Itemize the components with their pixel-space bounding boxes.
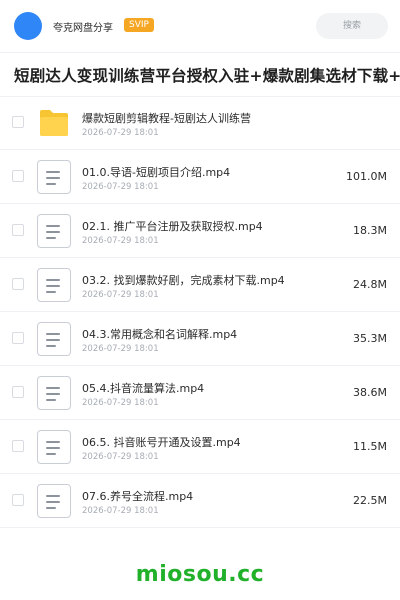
file-size: 101.0M: [346, 170, 387, 183]
file-date: 2026-07-29 18:01: [82, 398, 159, 408]
file-size: 35.3M: [353, 332, 387, 345]
file-date: 2026-07-29 18:01: [82, 128, 159, 138]
select-checkbox[interactable]: [12, 116, 24, 128]
watermark-text: miosou.cc: [135, 562, 265, 587]
file-name: 02.1. 推广平台注册及获取授权.mp4: [82, 220, 263, 233]
file-date: 2026-07-29 18:01: [82, 344, 159, 354]
file-size: 22.5M: [353, 494, 387, 507]
file-row[interactable]: 06.5. 抖音账号开通及设置.mp4 2026-07-29 18:01 11.5M: [0, 420, 400, 474]
share-header: 夸克网盘分享 SVIP 搜索: [0, 0, 400, 53]
search-button[interactable]: 搜索: [316, 13, 388, 39]
file-size: 38.6M: [353, 386, 387, 399]
select-checkbox[interactable]: [12, 494, 24, 506]
file-date: 2026-07-29 18:01: [82, 452, 159, 462]
file-date: 2026-07-29 18:01: [82, 290, 159, 300]
document-icon: [37, 160, 71, 194]
share-page: 夸克网盘分享 SVIP 搜索 短剧达人变现训练营平台授权入驻+爆款剧集选材下载+…: [0, 0, 400, 600]
share-title: 短剧达人变现训练营平台授权入驻+爆款剧集选材下载+账号: [14, 67, 400, 85]
select-checkbox[interactable]: [12, 170, 24, 182]
file-date: 2026-07-29 18:01: [82, 182, 159, 192]
file-name: 爆款短剧剪辑教程-短剧达人训练营: [82, 112, 251, 125]
select-checkbox[interactable]: [12, 332, 24, 344]
file-name: 01.0.导语-短剧项目介绍.mp4: [82, 166, 231, 179]
document-icon: [37, 430, 71, 464]
document-icon: [37, 376, 71, 410]
file-row[interactable]: 01.0.导语-短剧项目介绍.mp4 2026-07-29 18:01 101.0M: [0, 150, 400, 204]
select-checkbox[interactable]: [12, 386, 24, 398]
file-row[interactable]: 07.6.养号全流程.mp4 2026-07-29 18:01 22.5M: [0, 474, 400, 528]
folder-row[interactable]: 爆款短剧剪辑教程-短剧达人训练营 2026-07-29 18:01: [0, 96, 400, 150]
file-row[interactable]: 03.2. 找到爆款好剧，完成素材下载.mp4 2026-07-29 18:01 2…: [0, 258, 400, 312]
select-checkbox[interactable]: [12, 224, 24, 236]
file-date: 2026-07-29 18:01: [82, 506, 159, 516]
select-checkbox[interactable]: [12, 440, 24, 452]
document-icon: [37, 484, 71, 518]
file-name: 05.4.抖音流量算法.mp4: [82, 382, 205, 395]
sharer-name: 夸克网盘分享: [53, 23, 113, 34]
file-size: 11.5M: [353, 440, 387, 453]
file-name: 07.6.养号全流程.mp4: [82, 490, 194, 503]
folder-icon: [37, 106, 71, 140]
file-size: 24.8M: [353, 278, 387, 291]
file-name: 03.2. 找到爆款好剧，完成素材下载.mp4: [82, 274, 285, 287]
file-name: 04.3.常用概念和名词解释.mp4: [82, 328, 238, 341]
file-list: 爆款短剧剪辑教程-短剧达人训练营 2026-07-29 18:01 01.0.导语-…: [0, 96, 400, 528]
avatar: [14, 12, 42, 40]
document-icon: [37, 214, 71, 248]
select-checkbox[interactable]: [12, 278, 24, 290]
document-icon: [37, 268, 71, 302]
file-date: 2026-07-29 18:01: [82, 236, 159, 246]
svip-badge: SVIP: [124, 18, 154, 32]
document-icon: [37, 322, 71, 356]
file-row[interactable]: 05.4.抖音流量算法.mp4 2026-07-29 18:01 38.6M: [0, 366, 400, 420]
file-row[interactable]: 04.3.常用概念和名词解释.mp4 2026-07-29 18:01 35.3M: [0, 312, 400, 366]
file-name: 06.5. 抖音账号开通及设置.mp4: [82, 436, 241, 449]
file-size: 18.3M: [353, 224, 387, 237]
file-row[interactable]: 02.1. 推广平台注册及获取授权.mp4 2026-07-29 18:01 18.…: [0, 204, 400, 258]
